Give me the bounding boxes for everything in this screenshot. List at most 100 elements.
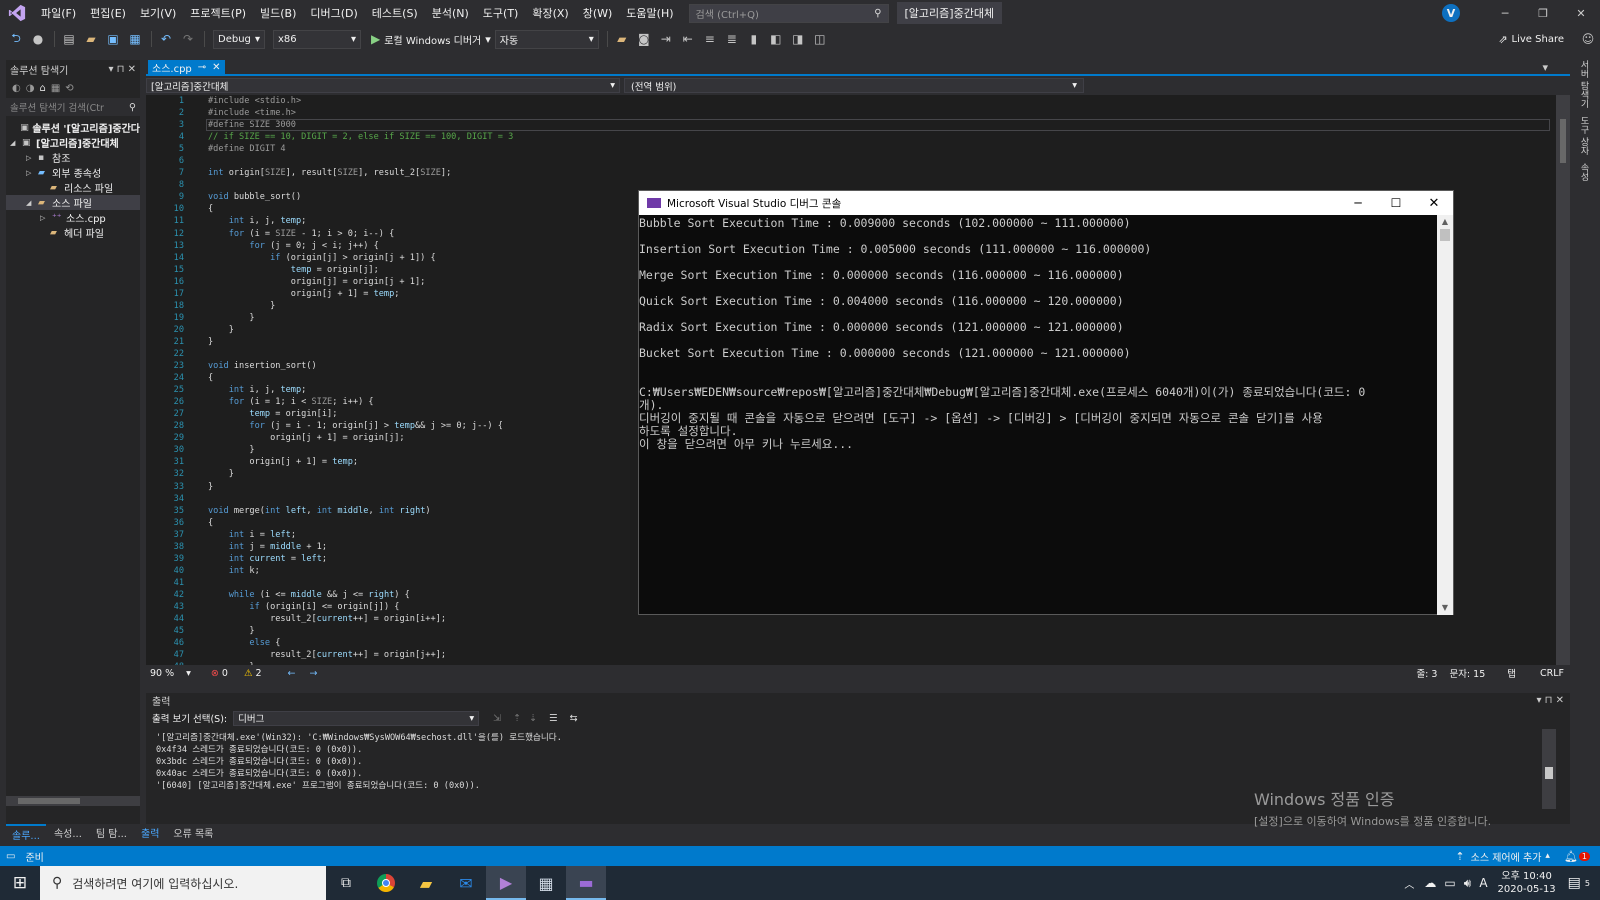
- menu-item[interactable]: 빌드(B): [253, 5, 303, 21]
- chevron-up-icon[interactable]: ︿: [1404, 876, 1414, 891]
- task-view-icon[interactable]: ⧉: [326, 866, 366, 900]
- word-wrap-icon[interactable]: ⇆: [570, 713, 578, 724]
- file-explorer-icon[interactable]: ▰: [406, 866, 446, 900]
- volume-icon[interactable]: 🔊︎: [1464, 876, 1472, 891]
- source-cpp-node[interactable]: ▷ ⁺⁺ 소스.cpp: [6, 210, 140, 226]
- find-message-icon[interactable]: ⇲: [493, 713, 501, 724]
- scroll-down-icon[interactable]: ▼: [1437, 601, 1453, 615]
- console-minimize-button[interactable]: ─: [1339, 196, 1377, 210]
- quick-search-input[interactable]: 검색 (Ctrl+Q) ⚲: [688, 3, 889, 23]
- scroll-thumb[interactable]: [1545, 767, 1553, 779]
- eol-mode[interactable]: CRLF: [1540, 668, 1564, 679]
- redo-icon[interactable]: ↷: [178, 29, 198, 49]
- code-line[interactable]: #include <stdio.h>: [208, 95, 1548, 107]
- output-source-dropdown[interactable]: 디버그 ▾: [233, 710, 480, 726]
- tab-mode[interactable]: 탭: [1507, 666, 1516, 680]
- pin-icon[interactable]: ⊸: [198, 62, 206, 73]
- solution-node[interactable]: ▣ 솔루션 '[알고리즘]중간다: [6, 120, 140, 136]
- camera-icon[interactable]: ◙: [634, 29, 654, 49]
- chevron-right-icon[interactable]: ▷: [26, 154, 38, 162]
- windows-start-icon[interactable]: ⊞: [0, 866, 40, 900]
- code-line[interactable]: }: [208, 625, 1548, 637]
- menu-item[interactable]: 보기(V): [133, 5, 183, 21]
- uncomment-icon[interactable]: ≣: [722, 29, 742, 49]
- visual-studio-icon[interactable]: ▶: [486, 866, 526, 900]
- menu-item[interactable]: 디버그(D): [303, 5, 364, 21]
- chevron-down-icon[interactable]: ▾: [1542, 61, 1548, 74]
- source-control-button[interactable]: 소스 제어에 추가: [1471, 849, 1542, 864]
- action-center-icon[interactable]: ▤: [1568, 875, 1581, 891]
- network-icon[interactable]: ▭: [1444, 876, 1455, 890]
- console-titlebar[interactable]: Microsoft Visual Studio 디버그 콘솔 ─ ☐ ✕: [639, 191, 1453, 215]
- menu-item[interactable]: 창(W): [576, 5, 620, 21]
- prev-message-icon[interactable]: ⇡: [513, 713, 521, 724]
- console-maximize-button[interactable]: ☐: [1377, 196, 1415, 210]
- chevron-right-icon[interactable]: ▷: [40, 214, 52, 222]
- chevron-up-icon[interactable]: ▴: [1545, 851, 1550, 861]
- scope-left-dropdown[interactable]: [알고리즘]중간대체 ▾: [146, 78, 620, 93]
- bell-icon[interactable]: 🔔︎: [1564, 850, 1578, 863]
- restore-button[interactable]: ❐: [1524, 7, 1562, 20]
- code-line[interactable]: int origin[SIZE], result[SIZE], result_2…: [208, 167, 1548, 179]
- references-node[interactable]: ▷ ▪ 참조: [6, 150, 140, 166]
- platform-dropdown[interactable]: x86 ▾: [273, 29, 361, 49]
- right-rail-tab[interactable]: 속성: [1578, 163, 1591, 181]
- user-avatar[interactable]: V: [1442, 4, 1460, 22]
- header-files-node[interactable]: ▰ 헤더 파일: [6, 225, 140, 241]
- cloud-icon[interactable]: ☁: [1424, 876, 1436, 890]
- horizontal-scrollbar[interactable]: [6, 796, 140, 806]
- chevron-right-icon[interactable]: ▷: [26, 169, 38, 177]
- source-files-node[interactable]: ◢ ▰ 소스 파일: [6, 195, 140, 210]
- chevron-down-icon[interactable]: ◢: [10, 139, 22, 147]
- start-debug-button[interactable]: ▶ 로컬 Windows 디버거 ▾: [371, 32, 491, 47]
- vs-logo-icon[interactable]: [0, 4, 34, 22]
- code-line[interactable]: result_2[current++] = origin[j++];: [208, 649, 1548, 661]
- bottom-tab[interactable]: 팀 탐...: [90, 824, 133, 840]
- menu-item[interactable]: 도구(T): [476, 5, 526, 21]
- menu-item[interactable]: 분석(N): [425, 5, 476, 21]
- home-icon[interactable]: ⌂: [39, 83, 45, 94]
- right-rail-tab[interactable]: 도구 상자: [1578, 116, 1591, 155]
- error-icon[interactable]: ⊗: [211, 668, 219, 679]
- undo-icon[interactable]: ↶: [156, 29, 176, 49]
- next-message-icon[interactable]: ⇣: [529, 713, 537, 724]
- outdent-icon[interactable]: ⇤: [678, 29, 698, 49]
- console-app-icon[interactable]: ▬: [566, 866, 606, 900]
- menu-item[interactable]: 파일(F): [34, 5, 83, 21]
- menu-item[interactable]: 도움말(H): [619, 5, 680, 21]
- ime-indicator[interactable]: A: [1479, 876, 1487, 890]
- open-file-icon[interactable]: ▰: [81, 29, 101, 49]
- sync-icon[interactable]: ⟲: [65, 83, 73, 94]
- project-node[interactable]: ◢ ▣ [알고리즘]중간대체: [6, 135, 140, 151]
- zoom-level[interactable]: 90 %: [150, 668, 174, 679]
- network-app-icon[interactable]: ▦: [526, 866, 566, 900]
- clear-bookmark-icon[interactable]: ◫: [810, 29, 830, 49]
- chevron-down-icon[interactable]: ◢: [26, 199, 38, 207]
- solution-search-box[interactable]: 솔루션 탐색기 검색(Ctr ⚲: [6, 98, 140, 116]
- external-deps-node[interactable]: ▷ ▰ 외부 종속성: [6, 165, 140, 181]
- editor-tab-source[interactable]: 소스.cpp ⊸ ✕: [148, 60, 225, 75]
- chrome-icon[interactable]: [366, 866, 406, 900]
- code-line[interactable]: [208, 155, 1548, 167]
- switch-views-icon[interactable]: ▦: [51, 83, 60, 94]
- menu-item[interactable]: 프로젝트(P): [183, 5, 253, 21]
- menu-item[interactable]: 테스트(S): [365, 5, 425, 21]
- menu-item[interactable]: 편집(E): [83, 5, 133, 21]
- back-icon[interactable]: ⮌: [6, 29, 26, 49]
- live-share-button[interactable]: ⇗ Live Share: [1498, 33, 1564, 46]
- bottom-tab[interactable]: 속성...: [48, 824, 88, 840]
- chevron-down-icon[interactable]: ▾: [186, 668, 191, 679]
- auto-dropdown[interactable]: 자동 ▾: [494, 29, 599, 49]
- save-all-icon[interactable]: ▦: [125, 29, 145, 49]
- console-close-button[interactable]: ✕: [1415, 196, 1453, 211]
- vertical-scrollbar[interactable]: [1556, 95, 1570, 665]
- next-bookmark-icon[interactable]: ◨: [788, 29, 808, 49]
- mail-icon[interactable]: ✉: [446, 866, 486, 900]
- menu-item[interactable]: 확장(X): [525, 5, 575, 21]
- new-project-icon[interactable]: ▤: [59, 29, 79, 49]
- code-line[interactable]: #define DIGIT 4: [208, 143, 1548, 155]
- close-icon[interactable]: ✕: [212, 62, 220, 73]
- comment-icon[interactable]: ≡: [700, 29, 720, 49]
- debug-console-window[interactable]: Microsoft Visual Studio 디버그 콘솔 ─ ☐ ✕ Bub…: [638, 190, 1454, 615]
- forward-icon[interactable]: ●: [28, 29, 48, 49]
